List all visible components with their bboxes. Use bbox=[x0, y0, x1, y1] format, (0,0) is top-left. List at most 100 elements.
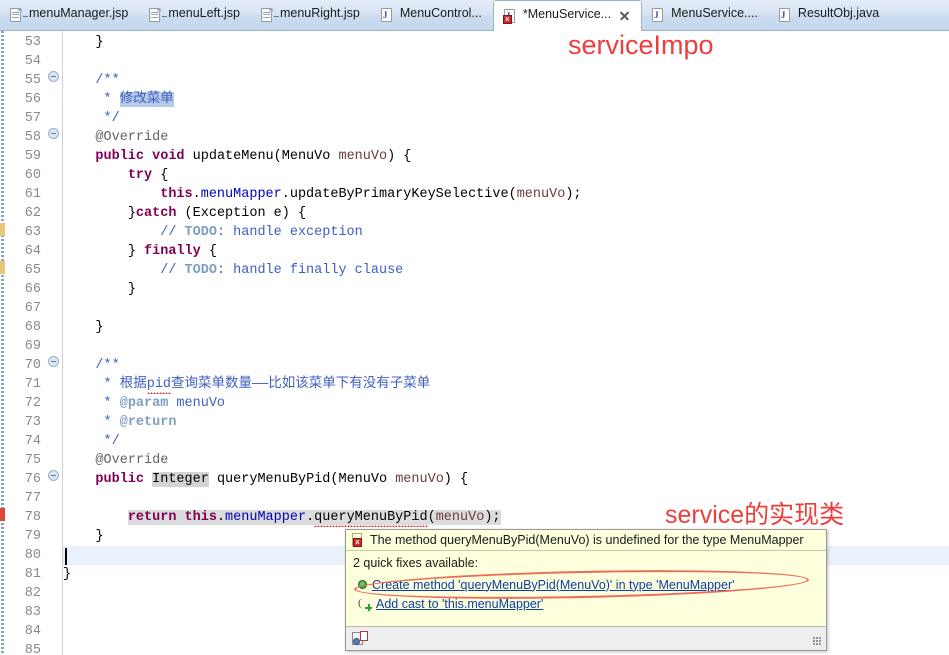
green-dot-icon bbox=[358, 580, 367, 589]
tab-menuserviceimpl-java-active[interactable]: J x *MenuService... bbox=[492, 0, 643, 31]
quick-fix-count-label: 2 quick fixes available: bbox=[353, 556, 479, 570]
tab-menuLeft-jsp[interactable]: menuLeft.jsp bbox=[139, 0, 251, 30]
eclipse-window: menuManager.jsp menuLeft.jsp menuRight.j… bbox=[0, 0, 949, 655]
java-file-icon: J bbox=[380, 7, 394, 23]
code-line-62[interactable]: }catch (Exception e) { bbox=[63, 204, 949, 223]
fold-collapse-icon-line-70[interactable] bbox=[48, 356, 59, 367]
error-underline: queryMenuByPid bbox=[314, 510, 428, 527]
code-line-57[interactable]: */ bbox=[63, 109, 949, 128]
editor-tab-bar: menuManager.jsp menuLeft.jsp menuRight.j… bbox=[0, 0, 949, 31]
code-line-61[interactable]: this.menuMapper.updateByPrimaryKeySelect… bbox=[63, 185, 949, 204]
line-number: 60 bbox=[24, 168, 41, 183]
code-line-74[interactable]: */ bbox=[63, 432, 949, 451]
code-line-60[interactable]: try { bbox=[63, 166, 949, 185]
fold-collapse-icon-line-75[interactable] bbox=[48, 470, 59, 481]
tab-menuRight-jsp[interactable]: menuRight.jsp bbox=[251, 0, 371, 30]
quick-fix-problem-header: x The method queryMenuByPid(MenuVo) is u… bbox=[346, 530, 826, 551]
tab-label: MenuService.... bbox=[671, 6, 758, 21]
code-line-56[interactable]: * 修改菜单 bbox=[63, 90, 949, 109]
line-number-ruler: 53 54 55 56 57 58 59 60 61 62 63 64 65 6… bbox=[5, 31, 61, 655]
tab-resultobj-java[interactable]: J ResultObj.java bbox=[769, 0, 890, 30]
line-number: 66 bbox=[24, 282, 41, 297]
code-line-59[interactable]: public void updateMenu(MenuVo menuVo) { bbox=[63, 147, 949, 166]
line-number: 68 bbox=[24, 320, 41, 335]
occurrence-highlight: Integer bbox=[152, 472, 209, 487]
code-line-53[interactable]: } bbox=[63, 33, 949, 52]
line-number: 72 bbox=[24, 396, 41, 411]
code-line-77[interactable] bbox=[63, 489, 949, 508]
line-number: 75 bbox=[24, 453, 41, 468]
quick-fix-item-create-method[interactable]: Create method 'queryMenuByPid(MenuVo)' i… bbox=[352, 575, 820, 594]
code-line-67[interactable] bbox=[63, 299, 949, 318]
line-number: 56 bbox=[24, 92, 41, 107]
line-number: 74 bbox=[24, 434, 41, 449]
code-line-54[interactable] bbox=[63, 52, 949, 71]
tab-label: menuRight.jsp bbox=[279, 6, 360, 21]
code-line-72[interactable]: * @param menuVo bbox=[63, 394, 949, 413]
code-line-76[interactable]: public Integer queryMenuByPid(MenuVo men… bbox=[63, 470, 949, 489]
quick-fix-link[interactable]: Create method 'queryMenuByPid(MenuVo)' i… bbox=[372, 578, 735, 592]
code-line-68[interactable]: } bbox=[63, 318, 949, 337]
fold-collapse-icon-line-55[interactable] bbox=[48, 71, 59, 82]
line-number: 64 bbox=[24, 244, 41, 259]
line-number: 54 bbox=[24, 54, 41, 69]
quick-fix-body: 2 quick fixes available: Create method '… bbox=[346, 551, 826, 627]
line-number: 77 bbox=[24, 491, 41, 506]
code-line-69[interactable] bbox=[63, 337, 949, 356]
selected-text: 修改菜单 bbox=[119, 92, 174, 107]
code-line-65[interactable]: // TODO: handle finally clause bbox=[63, 261, 949, 280]
spellcheck-underline: pid bbox=[146, 377, 172, 394]
cast-add-icon: ( bbox=[358, 597, 372, 611]
line-number: 53 bbox=[24, 35, 41, 50]
quick-fix-item-add-cast[interactable]: ( Add cast to 'this.menuMapper' bbox=[352, 594, 820, 613]
line-number: 83 bbox=[24, 605, 41, 620]
line-number: 85 bbox=[24, 643, 41, 655]
tab-label: menuManager.jsp bbox=[29, 6, 129, 21]
line-number: 78 bbox=[24, 510, 41, 525]
line-number: 80 bbox=[24, 548, 41, 563]
quick-fix-footer bbox=[346, 626, 826, 650]
code-line-58[interactable]: @Override bbox=[63, 128, 949, 147]
configure-problem-severity-icon[interactable] bbox=[352, 631, 368, 646]
line-number: 82 bbox=[24, 586, 41, 601]
line-number: 65 bbox=[24, 263, 41, 278]
code-line-71[interactable]: * 根据pid查询菜单数量——比如该菜单下有没有子菜单 bbox=[63, 375, 949, 394]
code-line-75[interactable]: @Override bbox=[63, 451, 949, 470]
code-line-73[interactable]: * @return bbox=[63, 413, 949, 432]
line-number: 71 bbox=[24, 377, 41, 392]
jsp-file-icon bbox=[9, 7, 28, 23]
error-icon: x bbox=[351, 533, 365, 547]
code-line-55[interactable]: /** bbox=[63, 71, 949, 90]
line-number: 57 bbox=[24, 111, 41, 126]
line-number: 84 bbox=[24, 624, 41, 639]
code-line-63[interactable]: // TODO: handle exception bbox=[63, 223, 949, 242]
line-number: 79 bbox=[24, 529, 41, 544]
tab-label: ResultObj.java bbox=[797, 6, 880, 21]
tab-menuManager-jsp[interactable]: menuManager.jsp bbox=[0, 0, 139, 30]
tab-label: MenuControl... bbox=[399, 6, 482, 21]
jsp-file-icon bbox=[148, 7, 168, 23]
quick-fix-popup[interactable]: x The method queryMenuByPid(MenuVo) is u… bbox=[345, 529, 827, 651]
code-line-64[interactable]: } finally { bbox=[63, 242, 949, 261]
line-number: 73 bbox=[24, 415, 41, 430]
jsp-file-icon bbox=[260, 7, 279, 23]
quick-fix-link[interactable]: Add cast to 'this.menuMapper' bbox=[376, 597, 543, 611]
line-number: 81 bbox=[24, 567, 41, 582]
tab-menuservice-java[interactable]: J MenuService.... bbox=[642, 0, 769, 30]
fold-collapse-icon-line-58[interactable] bbox=[48, 128, 59, 139]
java-file-error-icon: J x bbox=[502, 8, 517, 24]
resize-grip[interactable] bbox=[813, 637, 822, 646]
line-number: 67 bbox=[24, 301, 41, 316]
java-file-icon: J bbox=[651, 7, 665, 23]
quick-fix-problem-message: The method queryMenuByPid(MenuVo) is und… bbox=[370, 533, 804, 547]
close-icon[interactable] bbox=[619, 10, 630, 21]
tab-label: *MenuService... bbox=[522, 7, 612, 22]
line-number: 69 bbox=[24, 339, 41, 354]
code-line-70[interactable]: /** bbox=[63, 356, 949, 375]
java-file-icon: J bbox=[778, 7, 792, 23]
code-line-78[interactable]: return this.menuMapper.queryMenuByPid(me… bbox=[63, 508, 949, 527]
tab-label: menuLeft.jsp bbox=[168, 6, 240, 21]
line-number: 63 bbox=[24, 225, 41, 240]
code-line-66[interactable]: } bbox=[63, 280, 949, 299]
tab-menucontroller-java[interactable]: J MenuControl... bbox=[371, 0, 493, 30]
